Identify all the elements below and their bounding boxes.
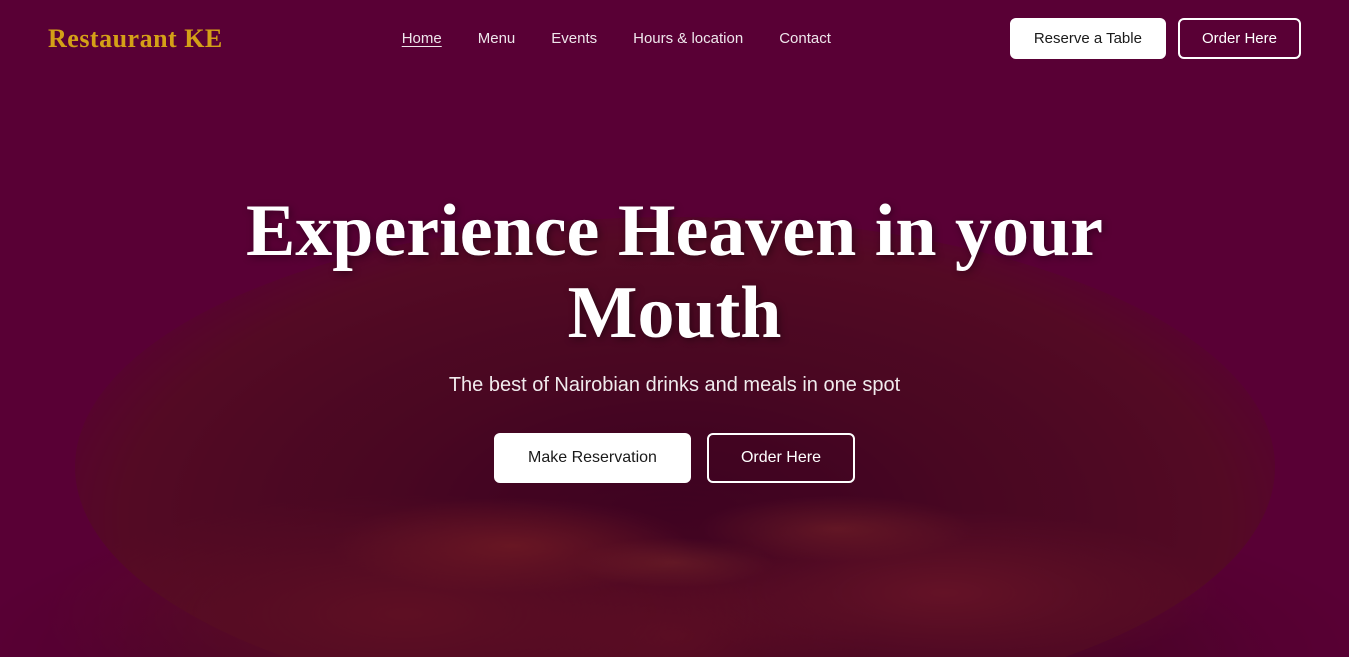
nav-link-events[interactable]: Events bbox=[551, 30, 597, 47]
hero-buttons: Make Reservation Order Here bbox=[494, 433, 855, 483]
nav-item-hours[interactable]: Hours & location bbox=[633, 30, 743, 48]
nav-link-contact[interactable]: Contact bbox=[779, 30, 831, 47]
hero-section: Restaurant KE Home Menu Events Hours & l… bbox=[0, 0, 1349, 657]
nav-links: Home Menu Events Hours & location Contac… bbox=[402, 30, 831, 48]
nav-link-hours[interactable]: Hours & location bbox=[633, 30, 743, 47]
navbar: Restaurant KE Home Menu Events Hours & l… bbox=[0, 0, 1349, 77]
brand-logo: Restaurant KE bbox=[48, 24, 223, 54]
nav-link-home[interactable]: Home bbox=[402, 30, 442, 47]
hero-subtitle: The best of Nairobian drinks and meals i… bbox=[449, 374, 900, 397]
hero-title: Experience Heaven in your Mouth bbox=[225, 191, 1125, 354]
nav-buttons: Reserve a Table Order Here bbox=[1010, 18, 1301, 59]
order-here-hero-button[interactable]: Order Here bbox=[707, 433, 855, 483]
nav-link-menu[interactable]: Menu bbox=[478, 30, 516, 47]
hero-content: Experience Heaven in your Mouth The best… bbox=[0, 77, 1349, 657]
nav-item-menu[interactable]: Menu bbox=[478, 30, 516, 48]
nav-item-contact[interactable]: Contact bbox=[779, 30, 831, 48]
make-reservation-button[interactable]: Make Reservation bbox=[494, 433, 691, 483]
order-here-nav-button[interactable]: Order Here bbox=[1178, 18, 1301, 59]
nav-item-home[interactable]: Home bbox=[402, 30, 442, 48]
nav-item-events[interactable]: Events bbox=[551, 30, 597, 48]
reserve-table-button[interactable]: Reserve a Table bbox=[1010, 18, 1166, 59]
